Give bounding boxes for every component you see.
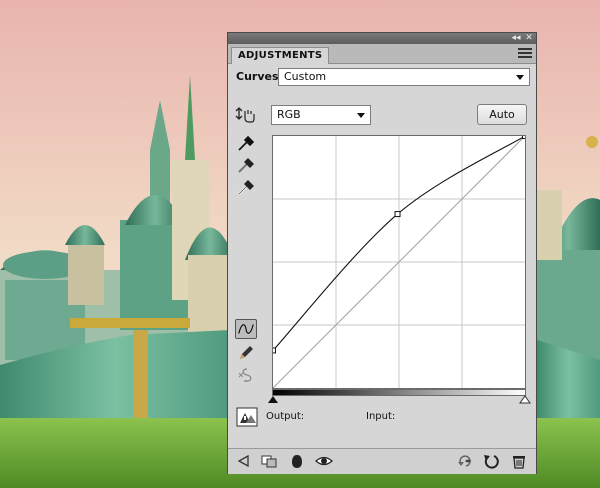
bottom-toolbar [228,448,536,474]
white-eyedropper-icon[interactable] [235,177,257,197]
chevron-down-icon [357,113,365,118]
black-point-slider[interactable] [266,395,280,405]
curves-label: Curves [236,70,279,83]
pencil-icon[interactable] [235,343,257,363]
channel-value: RGB [277,108,301,121]
eye-icon[interactable] [315,453,333,469]
output-label: Output: [266,411,305,422]
auto-button[interactable]: Auto [477,104,527,125]
close-button[interactable]: ✕ [524,33,534,44]
curves-graph[interactable] [272,135,526,389]
back-icon[interactable] [234,453,252,469]
visibility-icon[interactable] [288,453,306,469]
input-label: Input: [366,411,396,422]
panel-menu-icon[interactable] [518,48,532,58]
panel-title-bar[interactable]: ◂◂ ✕ [228,33,536,44]
view-previous-icon[interactable] [456,453,474,469]
clip-layer-icon[interactable] [260,453,278,469]
clipping-warning-icon[interactable] [236,407,258,427]
preset-value: Custom [284,70,327,83]
curve-tool-icon[interactable] [235,319,257,339]
collapse-button[interactable]: ◂◂ [511,33,521,44]
smooth-icon [238,368,252,382]
trash-icon[interactable] [510,453,528,469]
tab-adjustments[interactable]: ADJUSTMENTS [231,47,330,64]
curve-plot[interactable] [273,136,525,388]
curve-control-point[interactable] [394,211,401,218]
curve-control-point[interactable] [522,136,526,139]
preset-dropdown[interactable]: Custom [278,68,530,86]
tab-row: ADJUSTMENTS [228,44,536,64]
curve-control-point[interactable] [273,347,276,354]
black-eyedropper-icon[interactable] [235,133,257,153]
channel-dropdown[interactable]: RGB [271,105,371,125]
adjustments-panel: ◂◂ ✕ ADJUSTMENTS Curves Custom RGB Auto … [227,32,537,474]
white-point-slider[interactable] [518,395,532,405]
chevron-down-icon [516,75,524,80]
gray-eyedropper-icon[interactable] [235,155,257,175]
input-gradient-bar [272,389,526,396]
reset-icon[interactable] [482,453,500,469]
target-adjust-icon[interactable] [235,105,257,125]
